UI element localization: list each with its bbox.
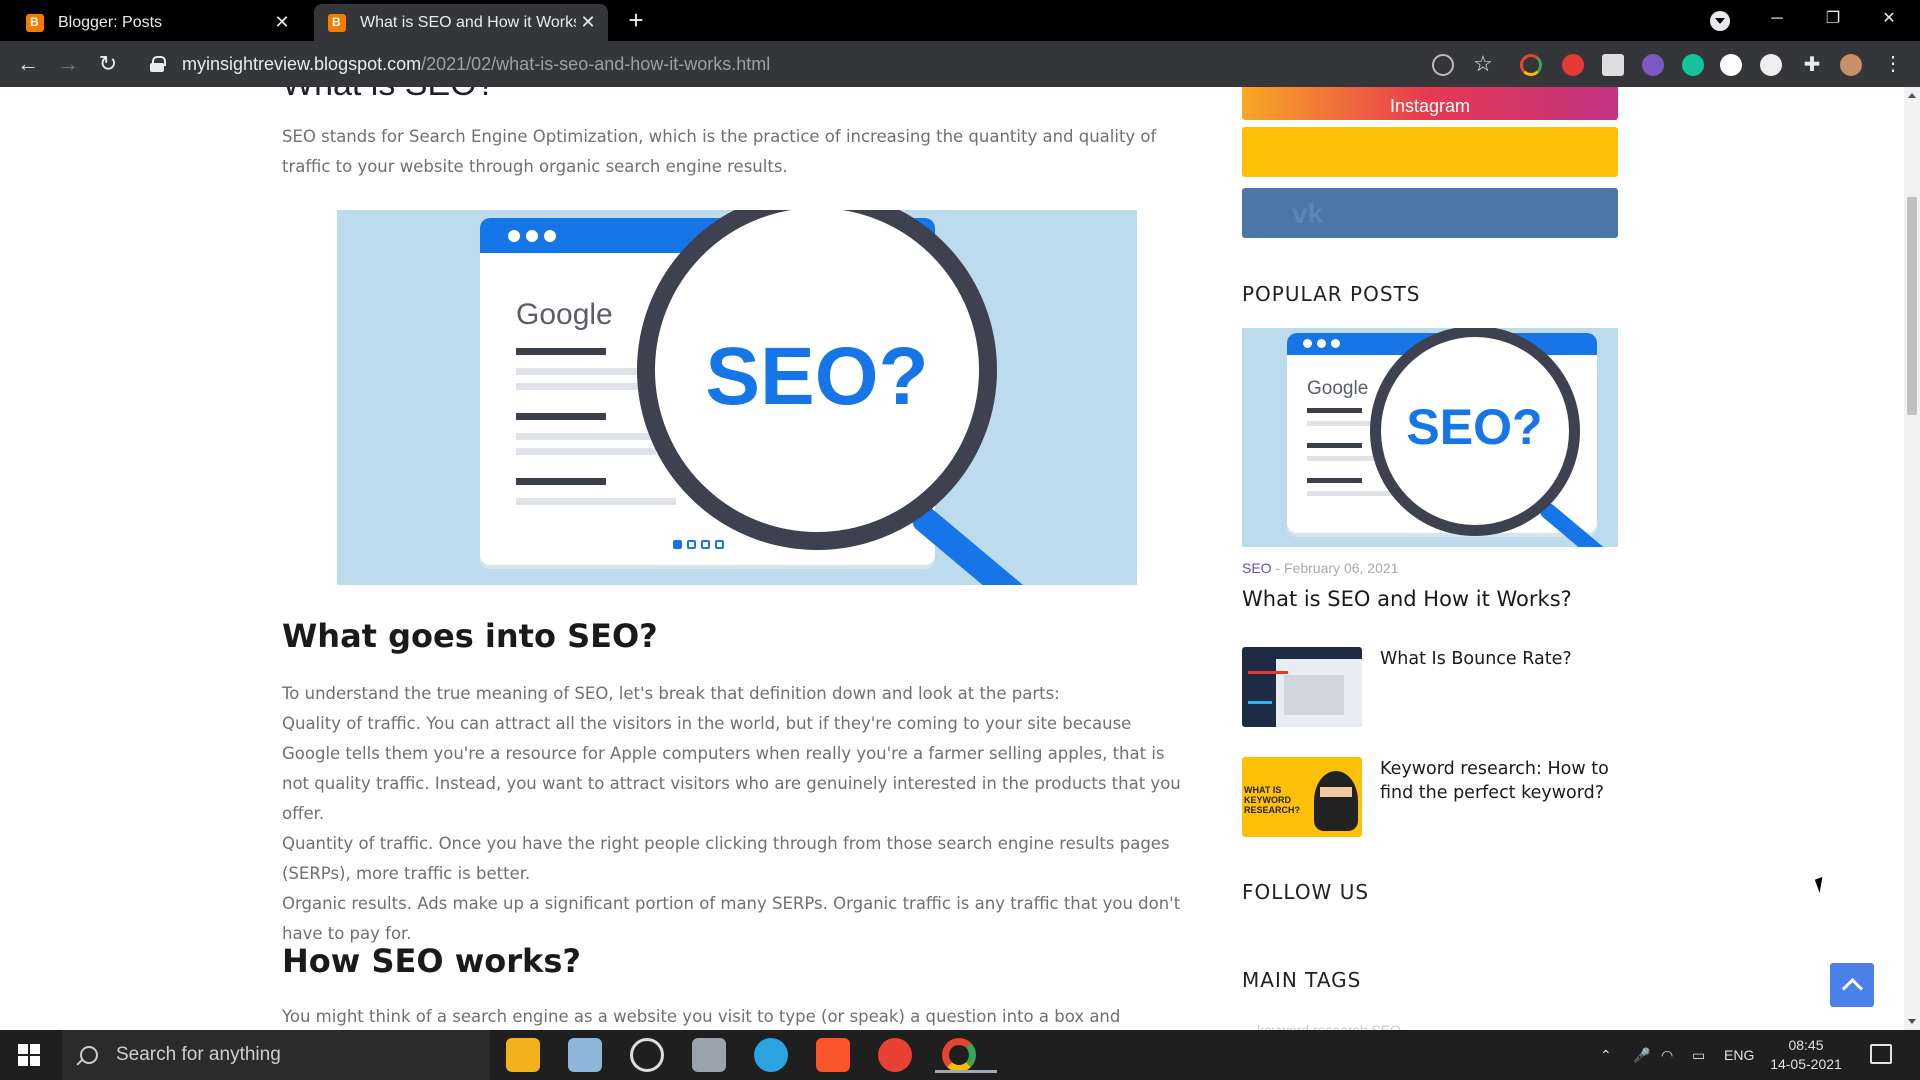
page-viewport: What is SEO? SEO stands for Search Engin…: [0, 87, 1904, 1030]
tab-label: What is SEO and How it Works?: [360, 13, 576, 31]
eye-off-icon[interactable]: [1432, 54, 1454, 76]
star-icon[interactable]: ☆: [1472, 53, 1494, 76]
blogger-icon: [328, 13, 346, 32]
extensions-puzzle-icon[interactable]: ✚: [1801, 54, 1823, 76]
extension-notify-icon[interactable]: [1562, 54, 1584, 76]
close-window-button[interactable]: ✕: [1862, 0, 1916, 41]
google-label: Google: [516, 298, 613, 331]
blogger-icon: [26, 13, 44, 32]
tray-chevron-icon[interactable]: ⌃: [1600, 1030, 1620, 1080]
popular-post-meta: SEO - February 06, 2021: [1242, 560, 1399, 576]
tab-search-icon[interactable]: [1710, 11, 1730, 31]
browser-toolbar: ← → ↻ myinsightreview.blogspot.com/2021/…: [0, 41, 1920, 87]
grammarly-icon[interactable]: [1682, 54, 1704, 76]
paragraph: You might think of a search engine as a …: [282, 1007, 1121, 1026]
extension-purple-icon[interactable]: [1642, 54, 1664, 76]
back-to-top-button[interactable]: [1830, 963, 1874, 1007]
clock[interactable]: 08:45 14-05-2021: [1770, 1036, 1842, 1074]
paragraph: To understand the true meaning of SEO, l…: [282, 684, 1060, 703]
lock-icon[interactable]: [150, 56, 166, 72]
wifi-icon[interactable]: ◠: [1661, 1030, 1685, 1080]
forward-button[interactable]: →: [54, 50, 82, 78]
brave-icon[interactable]: [816, 1038, 850, 1072]
file-explorer-icon[interactable]: [506, 1038, 540, 1072]
search-icon: [80, 1046, 98, 1064]
paragraph: Organic results. Ads make up a significa…: [282, 894, 1181, 943]
extension-font-icon[interactable]: [1720, 54, 1742, 76]
popular-post-image[interactable]: Google SEO?: [1242, 328, 1618, 547]
restore-button[interactable]: ❐: [1806, 0, 1860, 41]
obs-icon[interactable]: [630, 1038, 664, 1072]
section-title: What goes into SEO?: [282, 617, 658, 655]
section-body: To understand the true meaning of SEO, l…: [282, 679, 1182, 949]
follow-us-title: FOLLOW US: [1242, 880, 1370, 904]
vk-button[interactable]: vk: [1242, 188, 1618, 238]
popular-post-title[interactable]: What is SEO and How it Works?: [1242, 587, 1572, 611]
tab-blogger-posts[interactable]: Blogger: Posts ✕: [12, 4, 302, 41]
keyword-research-thumbnail[interactable]: WHAT IS KEYWORD RESEARCH?: [1242, 757, 1362, 837]
tab-seo-article[interactable]: What is SEO and How it Works? ✕: [314, 4, 608, 41]
profile-avatar[interactable]: [1840, 54, 1862, 76]
photos-app-icon[interactable]: [692, 1038, 726, 1072]
popular-posts-title: POPULAR POSTS: [1242, 282, 1421, 306]
taskbar-search-placeholder: Search for anything: [116, 1044, 281, 1065]
menu-icon[interactable]: ⋮: [1882, 54, 1904, 76]
scroll-up-icon[interactable]: [1908, 93, 1916, 98]
google-label: Google: [1307, 378, 1369, 399]
chrome-icon[interactable]: [935, 1038, 997, 1073]
new-tab-button[interactable]: +: [622, 6, 650, 34]
extension-pen-icon[interactable]: [1760, 54, 1782, 76]
browser-tab-bar: Blogger: Posts ✕ What is SEO and How it …: [0, 0, 1920, 41]
close-icon[interactable]: ✕: [576, 12, 600, 33]
extension-color-icon[interactable]: [1520, 54, 1542, 76]
language-indicator[interactable]: ENG: [1724, 1030, 1760, 1080]
page-scrollbar[interactable]: [1904, 87, 1920, 1030]
tab-label: Blogger: Posts: [58, 13, 163, 31]
close-icon[interactable]: ✕: [270, 12, 294, 33]
battery-icon[interactable]: ▭: [1692, 1030, 1716, 1080]
url-text[interactable]: myinsightreview.blogspot.com/2021/02/wha…: [182, 54, 770, 75]
tag-list[interactable]: keyword research SEO: [1257, 1022, 1401, 1030]
seo-label: SEO?: [705, 331, 929, 422]
windows-taskbar: Search for anything ⌃ 🎤 ◠ ▭ ENG 08:45 14…: [0, 1030, 1920, 1080]
vk-icon: vk: [1292, 198, 1324, 229]
minimize-button[interactable]: ─: [1750, 0, 1804, 41]
seo-label: SEO?: [1406, 399, 1543, 455]
telegram-icon[interactable]: [754, 1038, 788, 1072]
bounce-rate-thumbnail[interactable]: [1242, 647, 1362, 727]
post-title[interactable]: What Is Bounce Rate?: [1380, 647, 1620, 671]
seo-hero-image: Google SEO?: [337, 210, 1137, 585]
scroll-down-icon[interactable]: [1908, 1019, 1916, 1024]
paragraph: Quality of traffic. You can attract all …: [282, 714, 1181, 823]
notes-app-icon[interactable]: [568, 1038, 602, 1072]
address-bar[interactable]: myinsightreview.blogspot.com/2021/02/wha…: [140, 46, 1470, 82]
scrollbar-thumb[interactable]: [1907, 197, 1917, 415]
extension-screen-icon[interactable]: [1602, 54, 1624, 76]
clock-time: 08:45: [1788, 1037, 1824, 1053]
paragraph: Quantity of traffic. Once you have the r…: [282, 834, 1170, 883]
post-date: February 06, 2021: [1284, 560, 1399, 576]
post-title[interactable]: Keyword research: How to find the perfec…: [1380, 757, 1620, 805]
article-heading-partial: What is SEO?: [282, 87, 496, 104]
main-tags-title: MAIN TAGS: [1242, 968, 1362, 992]
app-icon[interactable]: [878, 1038, 912, 1072]
article-intro: SEO stands for Search Engine Optimizatio…: [282, 127, 1157, 176]
instagram-button[interactable]: Instagram: [1242, 87, 1618, 120]
notification-icon[interactable]: [1870, 1044, 1892, 1064]
reload-button[interactable]: ↻: [94, 50, 122, 78]
post-tag-link[interactable]: SEO: [1242, 560, 1272, 576]
back-button[interactable]: ←: [14, 50, 42, 78]
section-title: How SEO works?: [282, 942, 581, 980]
social-button-yellow[interactable]: [1242, 127, 1618, 177]
microphone-icon[interactable]: 🎤: [1633, 1030, 1653, 1080]
taskbar-search[interactable]: Search for anything: [62, 1030, 490, 1080]
clock-date: 14-05-2021: [1770, 1056, 1842, 1072]
windows-start-icon[interactable]: [18, 1044, 40, 1066]
